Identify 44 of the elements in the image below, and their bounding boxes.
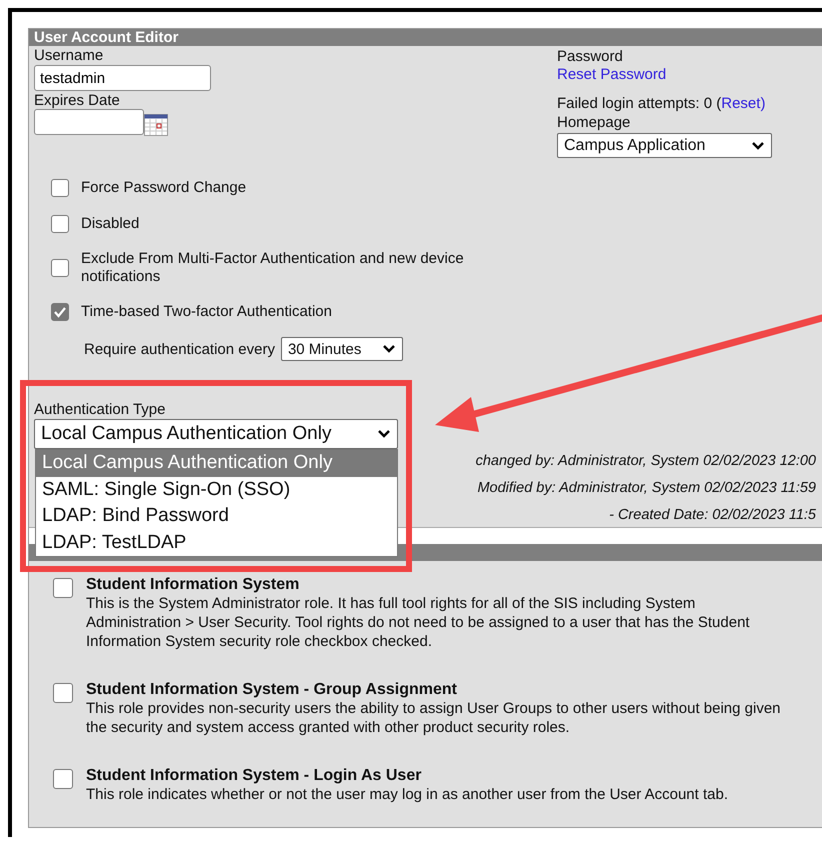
field-label: Password: [557, 47, 624, 66]
history-text: changed by: Administrator, System 02/02/2023 12:00: [476, 452, 816, 471]
role-title: Student Information System - Login As User: [86, 766, 422, 785]
chevron-icon: [377, 429, 391, 439]
interval-select[interactable]: 30 Minutes: [280, 337, 403, 361]
homepage-select[interactable]: Campus Application: [557, 133, 772, 158]
checkbox[interactable]: [51, 259, 69, 277]
field-label: Require authentication every: [84, 340, 275, 358]
checkbox-label: Disabled: [81, 215, 140, 233]
checkbox[interactable]: [53, 769, 73, 789]
field-label: Expires Date: [34, 91, 121, 110]
role-description: This role provides non-security users the ability to assign User Groups to other users without being given the security and system access granted with other product security roles.: [86, 699, 782, 737]
reset-password-link[interactable]: Reset Password: [557, 66, 666, 84]
paren-text: ): [760, 95, 766, 113]
chevron-icon: [751, 140, 765, 150]
checkbox[interactable]: [51, 215, 69, 233]
history-text: Modified by: Administrator, System 02/02/2023 11:59: [476, 479, 816, 498]
checkbox-label: Exclude From Multi-Factor Authentication and new device notifications: [81, 250, 465, 286]
role-description: This role indicates whether or not the user may log in as another user from the User Account tab.: [86, 785, 729, 804]
calendar-icon[interactable]: [144, 114, 168, 136]
dropdown-option[interactable]: Local Campus Authentication Only: [36, 450, 397, 476]
dropdown-option[interactable]: LDAP: Bind Password: [36, 503, 397, 530]
dropdown-option[interactable]: SAML: Single Sign-On (SSO): [36, 476, 397, 503]
username-field[interactable]: testadmin: [34, 65, 211, 91]
role-description: This is the System Administrator role. It has full tool rights for all of the SIS including System Administration > User Security. Tool rights do not need to be assigned to a user that has the Student Information System security role checkbox checked.: [86, 594, 751, 651]
checkbox[interactable]: [51, 303, 69, 321]
dropdown-option[interactable]: LDAP: TestLDAP: [36, 530, 397, 556]
field-label: Authentication Type: [34, 400, 166, 419]
checkbox-label: Force Password Change: [81, 179, 248, 197]
checkbox[interactable]: [51, 179, 69, 197]
chevron-icon: [382, 344, 396, 354]
checkbox[interactable]: [53, 578, 73, 598]
reset-link[interactable]: Reset: [721, 95, 760, 113]
history-text: - Created Date: 02/02/2023 11:5: [608, 506, 816, 525]
date-field[interactable]: [34, 109, 144, 135]
failed-attempts-text: Failed login attempts: 0 (: [557, 95, 722, 112]
role-title: Student Information System: [86, 575, 300, 594]
role-title: Student Information System - Group Assignment: [86, 680, 458, 699]
checkbox-label: Time-based Two-factor Authentication: [81, 303, 333, 321]
authentication-type-select[interactable]: Local Campus Authentication Only: [34, 419, 398, 449]
checkbox[interactable]: [53, 683, 73, 703]
field-label: Username: [34, 46, 104, 65]
field-label: Homepage: [557, 113, 632, 132]
panel-header: User Account Editor: [29, 29, 822, 46]
